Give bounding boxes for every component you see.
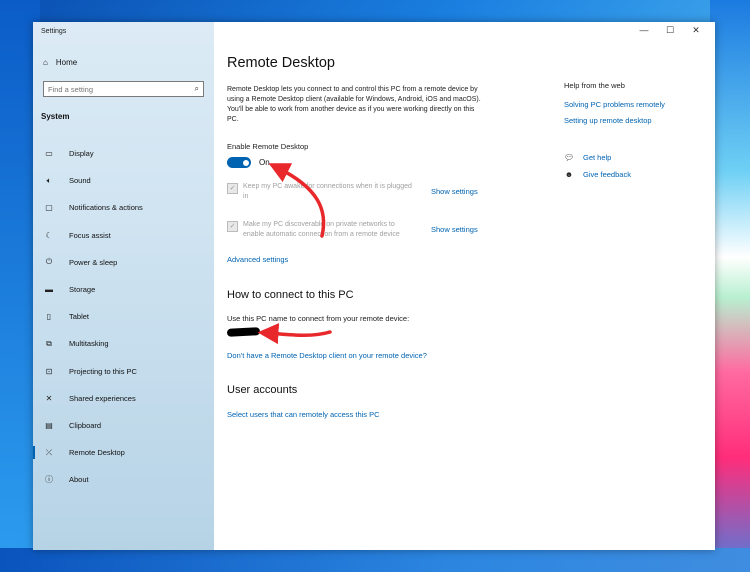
connect-text: Use this PC name to connect from your re… <box>227 314 410 323</box>
advanced-settings-link[interactable]: Advanced settings <box>227 255 288 264</box>
search-icon[interactable]: ⌕ <box>195 84 199 94</box>
sidebar-item-label: Projecting to this PC <box>69 366 137 376</box>
sound-icon: 🔈︎ <box>46 175 52 185</box>
sidebar-item-label: About <box>69 475 89 485</box>
sidebar-item-focus-assist[interactable]: ☾ Focus assist <box>33 222 214 249</box>
search-box[interactable]: ⌕ <box>43 81 204 97</box>
desktop-wallpaper-bottom <box>0 548 750 572</box>
display-icon: ▭ <box>45 149 53 159</box>
chat-icon: 💬︎ <box>564 153 575 162</box>
give-feedback-label: Give feedback <box>583 170 631 179</box>
sidebar-item-label: Sound <box>69 176 91 186</box>
sidebar: Settings ⌂ Home ⌕ System ▭ Display 🔈︎ Soun… <box>33 22 214 550</box>
enable-remote-desktop-label: Enable Remote Desktop <box>227 142 309 151</box>
sidebar-item-about[interactable]: ⓘ About <box>33 466 214 493</box>
connect-heading: How to connect to this PC <box>227 289 354 301</box>
keep-awake-show-settings-link[interactable]: Show settings <box>431 187 478 196</box>
main-content: — ☐ ✕ Remote Desktop Remote Desktop lets… <box>214 22 715 550</box>
description: Remote Desktop lets you connect to and c… <box>227 86 481 123</box>
sidebar-item-sound[interactable]: 🔈︎ Sound <box>33 167 214 194</box>
sidebar-item-tablet[interactable]: ▯ Tablet <box>33 303 214 330</box>
desktop-wallpaper-right <box>710 0 750 572</box>
about-icon: ⓘ <box>45 475 53 485</box>
sidebar-item-label: Multitasking <box>69 339 109 349</box>
sidebar-item-label: Shared experiences <box>69 393 136 403</box>
sidebar-nav: ▭ Display 🔈︎ Sound ▢ Notifications & action… <box>33 140 214 493</box>
close-button[interactable]: ✕ <box>683 25 709 36</box>
window-controls: — ☐ ✕ <box>631 25 709 36</box>
sidebar-item-projecting[interactable]: ⊡ Projecting to this PC <box>33 358 214 385</box>
remote-desktop-icon: ⤫ <box>45 447 53 457</box>
minimize-button[interactable]: — <box>631 25 657 36</box>
help-link-solving[interactable]: Solving PC problems remotely <box>564 100 665 109</box>
remote-client-link[interactable]: Don't have a Remote Desktop client on yo… <box>227 351 427 360</box>
get-help-label: Get help <box>583 153 612 162</box>
sidebar-item-display[interactable]: ▭ Display <box>33 140 214 167</box>
home-label: Home <box>55 58 78 67</box>
enable-remote-desktop-toggle[interactable] <box>227 157 251 168</box>
help-title: Help from the web <box>564 81 625 90</box>
feedback-icon: ☻ <box>564 170 574 179</box>
sidebar-item-label: Notifications & actions <box>69 203 143 213</box>
sidebar-item-notifications[interactable]: ▢ Notifications & actions <box>33 194 214 221</box>
sidebar-item-label: Display <box>69 149 94 159</box>
sidebar-item-label: Storage <box>69 285 96 295</box>
discoverable-text: Make my PC discoverable on private netwo… <box>243 221 400 238</box>
settings-window: Settings ⌂ Home ⌕ System ▭ Display 🔈︎ Soun… <box>33 22 715 550</box>
notifications-icon: ▢ <box>45 203 53 213</box>
home-icon: ⌂ <box>43 58 48 67</box>
give-feedback-link[interactable]: ☻ Give feedback <box>564 170 631 179</box>
select-users-link[interactable]: Select users that can remotely access th… <box>227 410 380 419</box>
sidebar-item-shared-experiences[interactable]: ✕ Shared experiences <box>33 385 214 412</box>
power-icon: ⏻ <box>45 257 53 267</box>
redacted-pc-name <box>226 327 261 337</box>
keep-awake-checkbox[interactable]: ✓ <box>227 183 238 194</box>
maximize-button[interactable]: ☐ <box>657 25 683 36</box>
get-help-link[interactable]: 💬︎ Get help <box>564 153 611 162</box>
sidebar-item-label: Focus assist <box>69 230 111 240</box>
discoverable-checkbox[interactable]: ✓ <box>227 221 238 232</box>
shared-experiences-icon: ✕ <box>45 393 53 403</box>
focus-assist-icon: ☾ <box>45 230 53 240</box>
clipboard-icon: ▤ <box>45 420 53 430</box>
sidebar-item-label: Power & sleep <box>69 257 118 267</box>
sidebar-item-home[interactable]: ⌂ Home <box>43 58 77 67</box>
sidebar-item-remote-desktop[interactable]: ⤫ Remote Desktop <box>33 439 214 466</box>
help-link-setup[interactable]: Setting up remote desktop <box>564 116 652 125</box>
sidebar-item-multitasking[interactable]: ⧉ Multitasking <box>33 330 214 357</box>
keep-awake-text: Keep my PC awake for connections when it… <box>243 183 412 200</box>
sidebar-item-label: Remote Desktop <box>69 448 125 458</box>
accounts-heading: User accounts <box>227 384 298 396</box>
projecting-icon: ⊡ <box>45 366 53 376</box>
sidebar-item-clipboard[interactable]: ▤ Clipboard <box>33 412 214 439</box>
storage-icon: ▬ <box>45 285 53 295</box>
section-title: System <box>41 112 70 121</box>
multitasking-icon: ⧉ <box>46 338 52 348</box>
page-title: Remote Desktop <box>227 55 335 71</box>
window-title: Settings <box>41 28 67 35</box>
sidebar-item-storage[interactable]: ▬ Storage <box>33 276 214 303</box>
toggle-state-text: On <box>259 158 270 167</box>
sidebar-item-power-sleep[interactable]: ⏻ Power & sleep <box>33 249 214 276</box>
discoverable-show-settings-link[interactable]: Show settings <box>431 225 478 234</box>
tablet-icon: ▯ <box>46 312 52 322</box>
sidebar-item-label: Clipboard <box>69 420 102 430</box>
search-input[interactable] <box>48 84 183 94</box>
sidebar-item-label: Tablet <box>69 312 90 322</box>
